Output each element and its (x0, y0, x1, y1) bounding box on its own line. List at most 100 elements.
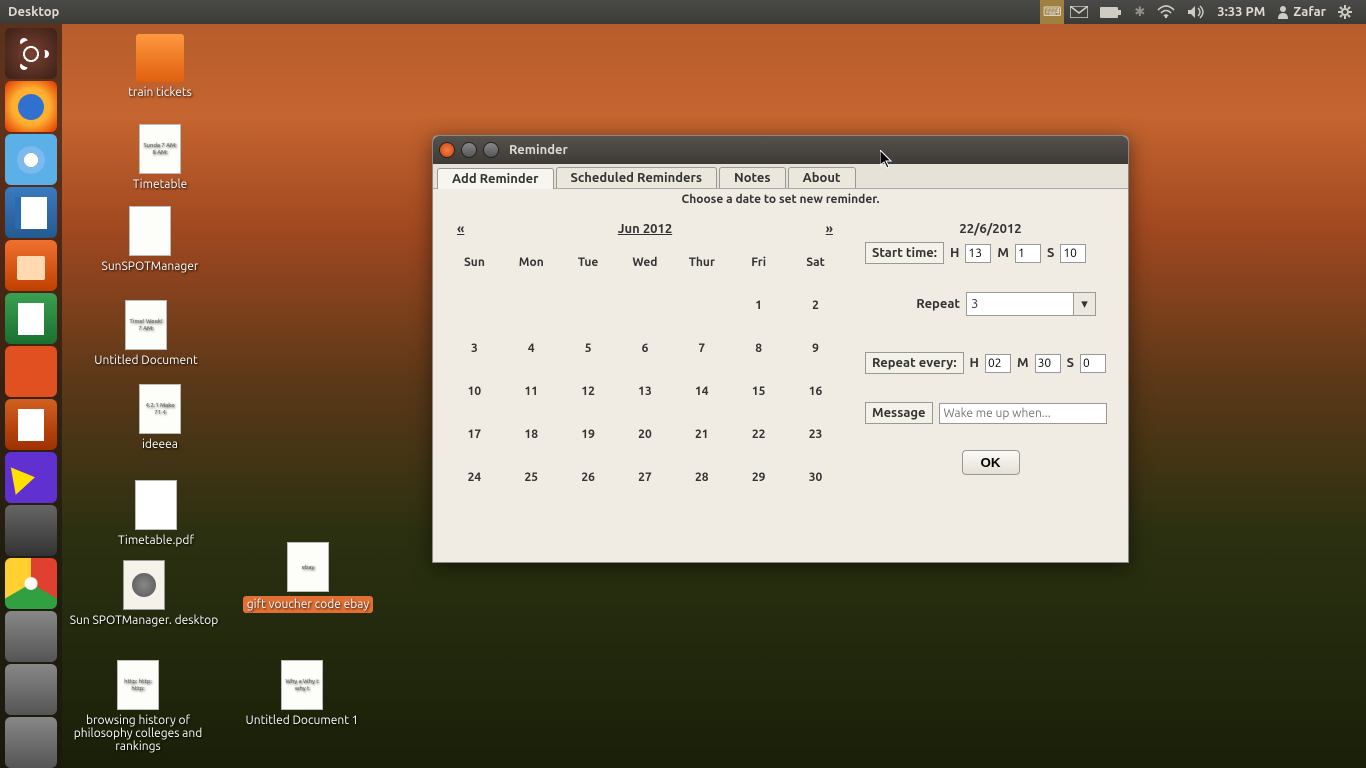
calendar-day[interactable]: 28 (674, 457, 729, 498)
panel-title: Desktop (8, 5, 59, 19)
calendar-day[interactable]: 24 (447, 457, 502, 498)
next-month-button[interactable]: » (826, 222, 833, 236)
prev-month-button[interactable]: « (457, 222, 464, 236)
launcher-item[interactable] (5, 717, 57, 768)
calendar-day[interactable]: 3 (447, 328, 502, 369)
calendar-day[interactable]: 17 (447, 414, 502, 455)
calendar-day[interactable]: 20 (618, 414, 673, 455)
calendar-day[interactable]: 4 (504, 328, 559, 369)
calendar-day[interactable]: 21 (674, 414, 729, 455)
calendar-day[interactable]: 16 (788, 371, 843, 412)
calendar-day[interactable]: 2 (788, 285, 843, 326)
desktop-icon[interactable]: Why a Why t why tUntitled Document 1 (222, 660, 382, 727)
dash-icon[interactable] (5, 28, 57, 79)
calendar-day[interactable]: 15 (731, 371, 786, 412)
desktop-icon[interactable]: Time! Week! 7 AM:Untitled Document (66, 300, 226, 367)
tab-add-reminder[interactable]: Add Reminder (437, 168, 554, 189)
weekday-header: Fri (731, 242, 786, 283)
disk-icon[interactable] (5, 505, 57, 556)
keyboard-icon[interactable]: ⌨ (1040, 0, 1064, 24)
calendar-day[interactable]: 6 (618, 328, 673, 369)
desktop-icon[interactable]: SunSPOTManager (70, 206, 230, 273)
desktop-icon[interactable]: Sun SPOTManager. desktop (64, 560, 224, 627)
desktop-icon[interactable]: 4.2.1 Make 71 4ideeea (80, 384, 240, 451)
repeat-sec-input[interactable] (1080, 354, 1106, 373)
clock[interactable]: 3:33 PM (1211, 0, 1271, 24)
calendar-day (561, 285, 616, 326)
calendar-day[interactable]: 14 (674, 371, 729, 412)
start-min-input[interactable] (1015, 244, 1041, 263)
tab-scheduled-reminders[interactable]: Scheduled Reminders (556, 167, 718, 188)
bluetooth-icon[interactable]: ✱ (1128, 0, 1151, 24)
titlebar[interactable]: Reminder (433, 136, 1128, 164)
chevron-down-icon[interactable]: ▾ (1073, 293, 1095, 315)
calendar-day[interactable]: 26 (561, 457, 616, 498)
impress-icon[interactable] (5, 399, 57, 450)
calendar-day[interactable]: 9 (788, 328, 843, 369)
message-input[interactable] (939, 403, 1107, 424)
month-label[interactable]: Jun 2012 (618, 222, 672, 236)
calc-icon[interactable] (5, 293, 57, 344)
calendar-day[interactable]: 12 (561, 371, 616, 412)
calendar-day[interactable]: 1 (731, 285, 786, 326)
calendar-day[interactable]: 29 (731, 457, 786, 498)
calendar-day[interactable]: 23 (788, 414, 843, 455)
tab-notes[interactable]: Notes (719, 167, 786, 188)
selected-date: 22/6/2012 (865, 222, 1116, 236)
calendar-day[interactable]: 27 (618, 457, 673, 498)
user-menu[interactable]: Zafar (1271, 0, 1332, 24)
calendar-day[interactable]: 18 (504, 414, 559, 455)
calendar-day[interactable]: 22 (731, 414, 786, 455)
start-sec-input[interactable] (1060, 244, 1086, 263)
firefox-icon[interactable] (5, 81, 57, 132)
desktop-icon[interactable]: Sunda 7 AM: 8 AM:Timetable (80, 124, 240, 191)
launcher-item[interactable] (5, 664, 57, 715)
calendar-day (618, 285, 673, 326)
calendar-day[interactable]: 30 (788, 457, 843, 498)
close-icon[interactable] (439, 142, 455, 158)
nav-icon[interactable] (5, 452, 57, 503)
gear-icon[interactable] (1332, 0, 1358, 24)
calendar-day[interactable]: 25 (504, 457, 559, 498)
desktop-icon[interactable]: http: http: http:browsing history of phi… (58, 660, 218, 753)
chromium-icon[interactable] (5, 134, 57, 185)
chrome-icon[interactable] (5, 558, 57, 609)
ok-button[interactable]: OK (962, 450, 1020, 475)
calendar-day[interactable]: 13 (618, 371, 673, 412)
repeat-min-input[interactable] (1035, 354, 1061, 373)
launcher (0, 24, 62, 768)
minimize-icon[interactable] (461, 142, 477, 158)
cursor-icon (880, 150, 896, 170)
writer-icon[interactable] (5, 187, 57, 238)
mail-icon[interactable] (1064, 0, 1094, 24)
tab-about[interactable]: About (788, 167, 856, 188)
calendar-day[interactable]: 11 (504, 371, 559, 412)
calendar-day (447, 285, 502, 326)
volume-icon[interactable] (1181, 0, 1211, 24)
calendar: « Jun 2012 » SunMonTueWedThurFriSat 1234… (445, 218, 845, 500)
calendar-day[interactable]: 10 (447, 371, 502, 412)
launcher-item[interactable] (5, 611, 57, 662)
calendar-day[interactable]: 5 (561, 328, 616, 369)
desktop-icon[interactable]: train tickets (80, 34, 240, 99)
start-hour-input[interactable] (965, 244, 991, 263)
calendar-day (504, 285, 559, 326)
shotwell-icon[interactable] (5, 346, 57, 397)
calendar-day[interactable]: 8 (731, 328, 786, 369)
maximize-icon[interactable] (483, 142, 499, 158)
weekday-header: Sat (788, 242, 843, 283)
wifi-icon[interactable] (1151, 0, 1181, 24)
calendar-day[interactable]: 19 (561, 414, 616, 455)
battery-icon[interactable] (1094, 0, 1128, 24)
desktop-icon[interactable]: ebaygift voucher code ebay (228, 542, 388, 613)
repeat-every-label: Repeat every: (865, 352, 964, 374)
tab-bar: Add ReminderScheduled RemindersNotesAbou… (433, 164, 1128, 189)
files-icon[interactable] (5, 240, 57, 291)
repeat-select[interactable]: 3 ▾ (966, 292, 1096, 316)
calendar-day[interactable]: 7 (674, 328, 729, 369)
window-title: Reminder (509, 143, 568, 157)
desktop-icon[interactable]: Timetable.pdf (76, 480, 236, 547)
start-time-label: Start time: (865, 242, 944, 264)
repeat-hour-input[interactable] (985, 354, 1011, 373)
calendar-day (674, 285, 729, 326)
